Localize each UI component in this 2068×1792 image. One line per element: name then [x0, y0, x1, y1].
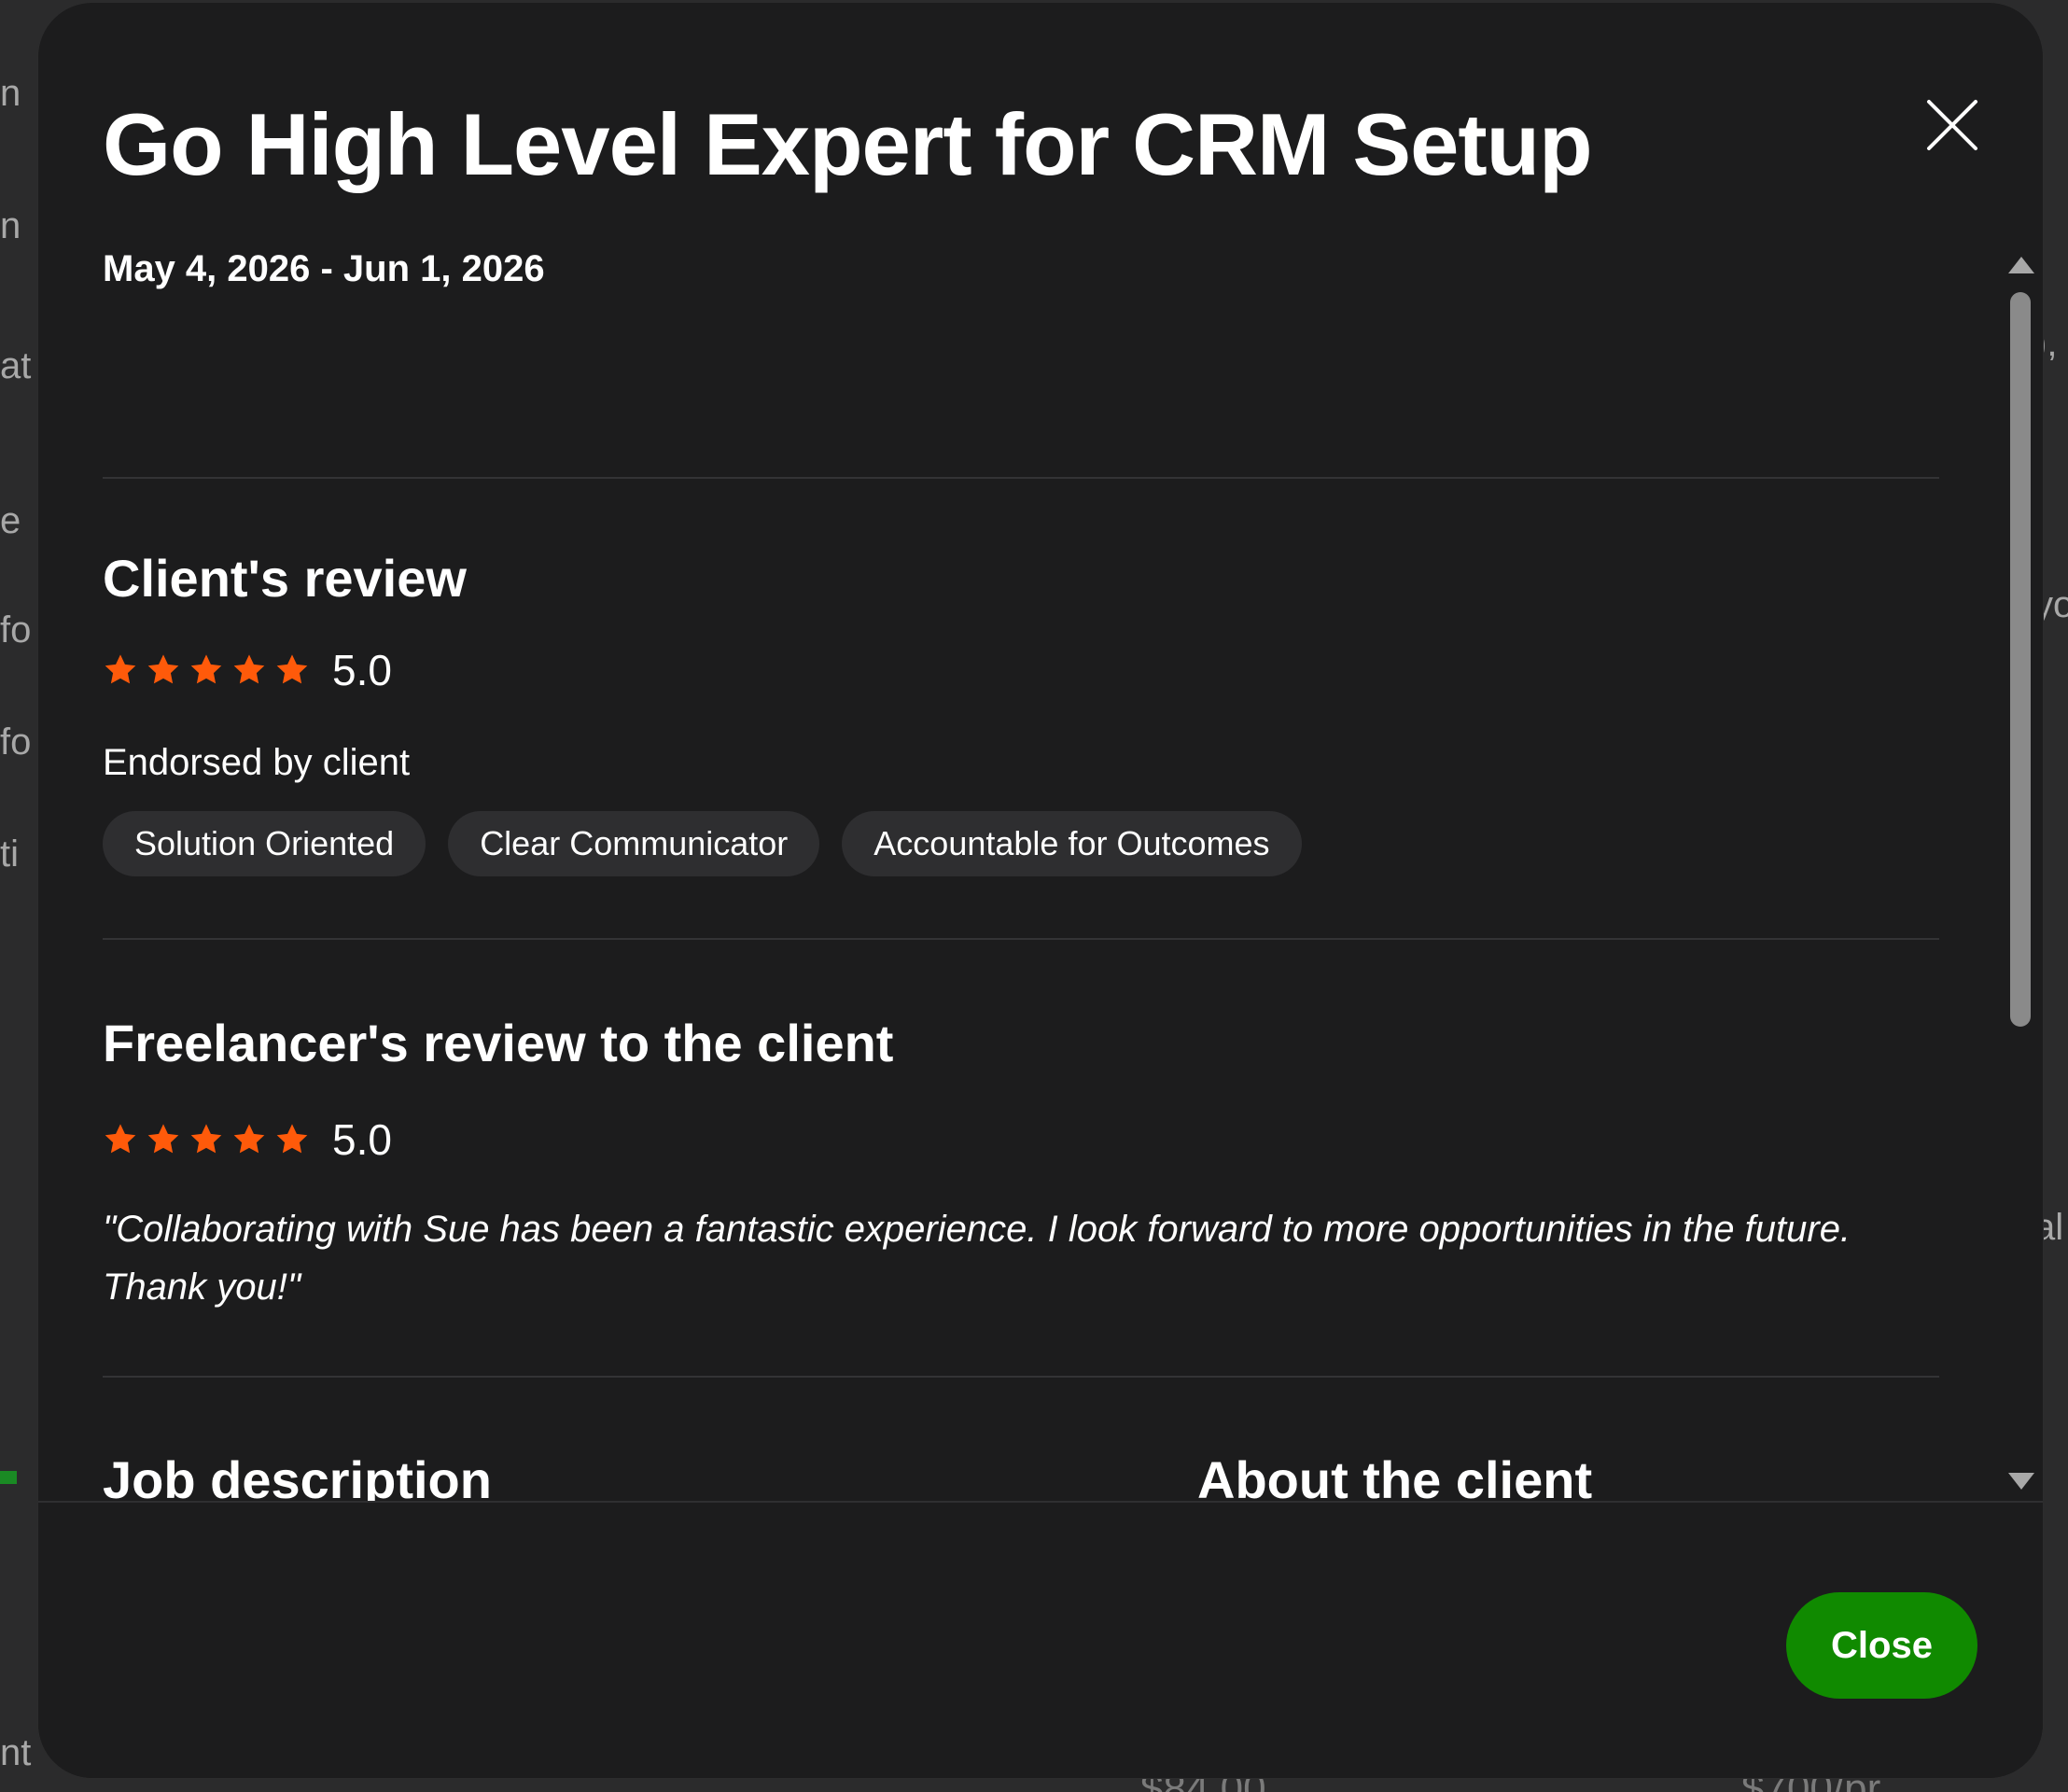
freelancer-rating: 5.0 [103, 1115, 392, 1164]
endorsement-chips: Solution Oriented Clear Communicator Acc… [103, 811, 1302, 876]
rating-value: 5.0 [332, 646, 392, 694]
background-text-fragment: nt [0, 1734, 32, 1771]
background-text-fragment: at [0, 347, 32, 385]
star-rating [103, 652, 310, 688]
section-divider [103, 477, 1939, 479]
rating-value: 5.0 [332, 1115, 392, 1164]
job-description-heading: Job description [103, 1450, 492, 1501]
scroll-down-arrow-icon[interactable] [2008, 1473, 2034, 1490]
star-icon [233, 1124, 265, 1154]
freelancer-review-text: "Collaborating with Sue has been a fanta… [103, 1209, 1851, 1308]
review-modal: Go High Level Expert for CRM Setup May 4… [38, 3, 2043, 1778]
freelancer-review-heading: Freelancer's review to the client [103, 1014, 894, 1072]
modal-footer: Close [38, 1501, 2043, 1778]
modal-title: Go High Level Expert for CRM Setup [103, 95, 1592, 193]
background-text-fragment: n [0, 75, 21, 112]
endorsement-chip: Accountable for Outcomes [842, 811, 1302, 876]
star-icon [147, 1124, 179, 1154]
star-icon [105, 1124, 136, 1154]
close-button[interactable]: Close [1786, 1592, 1977, 1699]
endorsement-chip: Solution Oriented [103, 811, 426, 876]
contract-date-range: May 4, 2026 - Jun 1, 2026 [103, 248, 545, 289]
section-divider [103, 1376, 1939, 1378]
star-icon [276, 654, 308, 684]
star-rating [103, 1122, 310, 1157]
endorsement-chip: Clear Communicator [448, 811, 820, 876]
section-divider [103, 938, 1939, 940]
background-text-fragment: ti [0, 835, 19, 873]
background-text-fragment: e [0, 502, 21, 539]
client-rating: 5.0 [103, 646, 392, 694]
scrollbar-thumb[interactable] [2010, 292, 2031, 1027]
scroll-up-arrow-icon[interactable] [2008, 257, 2034, 273]
background-text-fragment: fo [0, 611, 32, 649]
star-icon [147, 654, 179, 684]
modal-body[interactable]: Go High Level Expert for CRM Setup May 4… [38, 3, 2043, 1501]
star-icon [190, 654, 222, 684]
background-text-fragment: fo [0, 723, 32, 761]
close-icon[interactable] [1921, 94, 1983, 156]
star-icon [276, 1124, 308, 1154]
star-icon [190, 1124, 222, 1154]
background-text-fragment: n [0, 207, 21, 245]
star-icon [105, 654, 136, 684]
about-client-heading: About the client [1197, 1450, 1593, 1501]
endorsed-label: Endorsed by client [103, 742, 411, 783]
modal-scrollbar[interactable] [1997, 244, 2038, 1494]
star-icon [233, 654, 265, 684]
background-accent-line [0, 1471, 17, 1484]
client-review-heading: Client's review [103, 549, 467, 608]
